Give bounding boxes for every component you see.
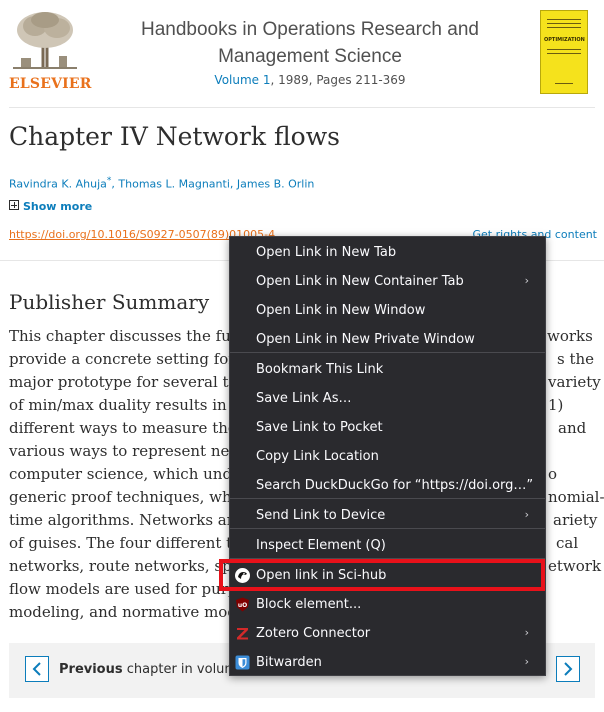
menu-item-open-new-tab[interactable]: Open Link in New Tab (230, 239, 545, 267)
volume-link[interactable]: Volume 1 (214, 73, 270, 87)
elsevier-wordmark: ELSEVIER (9, 76, 92, 92)
menu-separator (230, 528, 545, 529)
menu-item-label: Inspect Element (Q) (256, 538, 386, 553)
summary-line-tail: and (558, 419, 587, 437)
journal-title-line1: Handbooks in Operations Research and (141, 19, 479, 40)
author-list: Ravindra K. Ahuja*, Thomas L. Magnanti, … (9, 176, 314, 191)
elsevier-tree-icon (13, 10, 77, 70)
menu-item-send-to-device[interactable]: Send Link to Device › (230, 502, 545, 530)
chevron-right-icon (564, 662, 573, 676)
link-context-menu: Open Link in New Tab Open Link in New Co… (229, 236, 546, 676)
previous-chapter-button[interactable] (25, 656, 49, 682)
menu-item-copy-link[interactable]: Copy Link Location (230, 443, 545, 471)
menu-item-block-element[interactable]: uO Block element... (230, 591, 545, 619)
menu-item-label: Open Link in New Window (256, 303, 426, 318)
show-more-label: Show more (23, 200, 93, 213)
menu-item-label: Block element... (256, 597, 362, 612)
submenu-arrow-icon: › (524, 508, 529, 521)
menu-item-save-to-pocket[interactable]: Save Link to Pocket (230, 414, 545, 442)
menu-item-label: Search DuckDuckGo for “https://doi.org…” (256, 478, 534, 493)
summary-line-tail: s the (557, 350, 595, 368)
summary-heading: Publisher Summary (9, 290, 210, 314)
chapter-title: Chapter IV Network flows (9, 122, 340, 151)
menu-separator (230, 498, 545, 499)
menu-separator (230, 352, 545, 353)
menu-item-zotero-connector[interactable]: Zotero Connector › (230, 620, 545, 648)
menu-item-label: Open Link in New Container Tab (256, 274, 464, 289)
svg-text:uO: uO (238, 602, 247, 609)
previous-label-rest: chapter in volume (122, 662, 246, 677)
volume-pages: , 1989, Pages 211-369 (270, 73, 406, 87)
next-chapter-button[interactable] (556, 656, 580, 682)
previous-chapter-link[interactable]: Previous chapter in volume (59, 662, 245, 677)
submenu-arrow-icon: › (524, 626, 529, 639)
menu-item-label: Copy Link Location (256, 449, 379, 464)
sci-hub-highlight-box (219, 559, 545, 591)
author-link[interactable]: Ravindra K. Ahuja (9, 178, 107, 191)
bitwarden-icon (235, 655, 250, 670)
elsevier-logo[interactable]: ELSEVIER (9, 10, 92, 92)
menu-item-search-duckduckgo[interactable]: Search DuckDuckGo for “https://doi.org…” (230, 472, 545, 500)
summary-line-tail: 1) (548, 396, 564, 414)
cover-title: OPTIMIZATION (544, 37, 585, 43)
book-cover-thumbnail[interactable]: OPTIMIZATION (540, 10, 588, 94)
chevron-left-icon (32, 662, 41, 676)
menu-item-label: Zotero Connector (256, 626, 371, 641)
menu-item-label: Open Link in New Tab (256, 245, 397, 260)
menu-item-label: Save Link As… (256, 391, 352, 406)
previous-label-bold: Previous (59, 662, 123, 677)
header-divider (9, 107, 595, 108)
menu-item-inspect-element[interactable]: Inspect Element (Q) (230, 532, 545, 560)
summary-line-tail: nomial- (548, 488, 604, 506)
volume-info: Volume 1, 1989, Pages 211-369 (110, 73, 510, 87)
journal-title[interactable]: Handbooks in Operations Research and Man… (110, 16, 510, 70)
summary-line-tail: works (547, 327, 593, 345)
summary-line-tail: o (548, 465, 558, 483)
menu-item-open-new-window[interactable]: Open Link in New Window (230, 297, 545, 325)
menu-item-label: Bookmark This Link (256, 362, 384, 377)
menu-item-label: Bitwarden (256, 655, 322, 670)
menu-item-label: Save Link to Pocket (256, 420, 383, 435)
zotero-icon (237, 628, 248, 640)
show-more-button[interactable]: Show more (9, 200, 92, 213)
author-links-rest[interactable]: , Thomas L. Magnanti, James B. Orlin (111, 178, 314, 191)
journal-title-line2: Management Science (218, 46, 402, 67)
menu-item-label: Send Link to Device (256, 508, 386, 523)
summary-line-tail: ariety (553, 511, 598, 529)
submenu-arrow-icon: › (524, 274, 529, 287)
summary-line-tail: cal (556, 534, 579, 552)
ublock-origin-icon: uO (236, 597, 249, 612)
summary-line-tail: etwork (548, 557, 602, 575)
summary-line-tail: variety (548, 373, 601, 391)
plus-box-icon (9, 200, 19, 210)
menu-item-open-private-window[interactable]: Open Link in New Private Window (230, 326, 545, 354)
menu-item-open-container-tab[interactable]: Open Link in New Container Tab › (230, 268, 545, 296)
menu-item-save-link-as[interactable]: Save Link As… (230, 385, 545, 413)
menu-item-label: Open Link in New Private Window (256, 332, 475, 347)
submenu-arrow-icon: › (524, 655, 529, 668)
menu-item-bookmark-link[interactable]: Bookmark This Link (230, 356, 545, 384)
journal-header: ELSEVIER Handbooks in Operations Researc… (0, 0, 604, 110)
menu-item-bitwarden[interactable]: Bitwarden › (230, 649, 545, 677)
